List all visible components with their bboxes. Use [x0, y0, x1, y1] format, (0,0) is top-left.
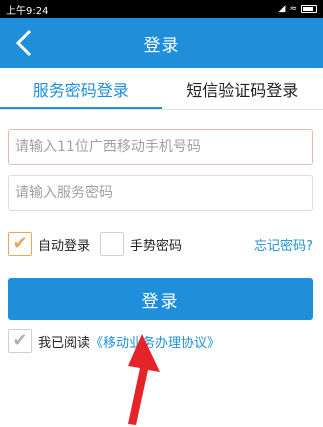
auto-login-checkbox[interactable]: ✔ — [8, 232, 32, 256]
status-bar: 上午9:24 ◢ ≈ — [0, 0, 323, 18]
tabs-divider — [0, 109, 323, 110]
page-title: 登录 — [143, 35, 180, 56]
gesture-password-checkbox[interactable] — [100, 232, 125, 256]
status-icons: ◢ ≈ — [279, 4, 317, 14]
check-icon: ✔ — [12, 330, 28, 351]
tab-label: 短信验证码登录 — [186, 81, 299, 100]
status-time: 上午9:24 — [6, 5, 49, 17]
back-button[interactable] — [10, 26, 38, 60]
red-arrow-icon — [128, 334, 160, 425]
agreement-prefix: 我已阅读 — [38, 335, 91, 351]
check-icon: ✔ — [12, 233, 28, 254]
forgot-password-link[interactable]: 忘记密码? — [254, 235, 313, 254]
tab-service-password[interactable]: 服务密码登录 — [0, 68, 162, 110]
password-input[interactable] — [8, 175, 313, 211]
gesture-password-label: 手势密码 — [130, 238, 183, 254]
wifi-icon: ≈ — [289, 4, 297, 14]
auto-login-label: 自动登录 — [38, 238, 91, 254]
chevron-left-icon — [15, 29, 32, 57]
login-tabs: 服务密码登录 短信验证码登录 — [0, 68, 323, 110]
login-options: ✔ 自动登录 手势密码 忘记密码? — [8, 230, 313, 258]
signal-icon: ◢ — [278, 4, 286, 14]
app-bar: 登录 — [0, 18, 323, 68]
phone-input[interactable] — [8, 129, 313, 165]
login-button[interactable]: 登录 — [8, 278, 313, 320]
battery-icon — [301, 5, 317, 13]
tab-sms-code[interactable]: 短信验证码登录 — [162, 68, 323, 110]
agreement-checkbox[interactable]: ✔ — [8, 329, 32, 353]
tab-label: 服务密码登录 — [32, 81, 129, 100]
